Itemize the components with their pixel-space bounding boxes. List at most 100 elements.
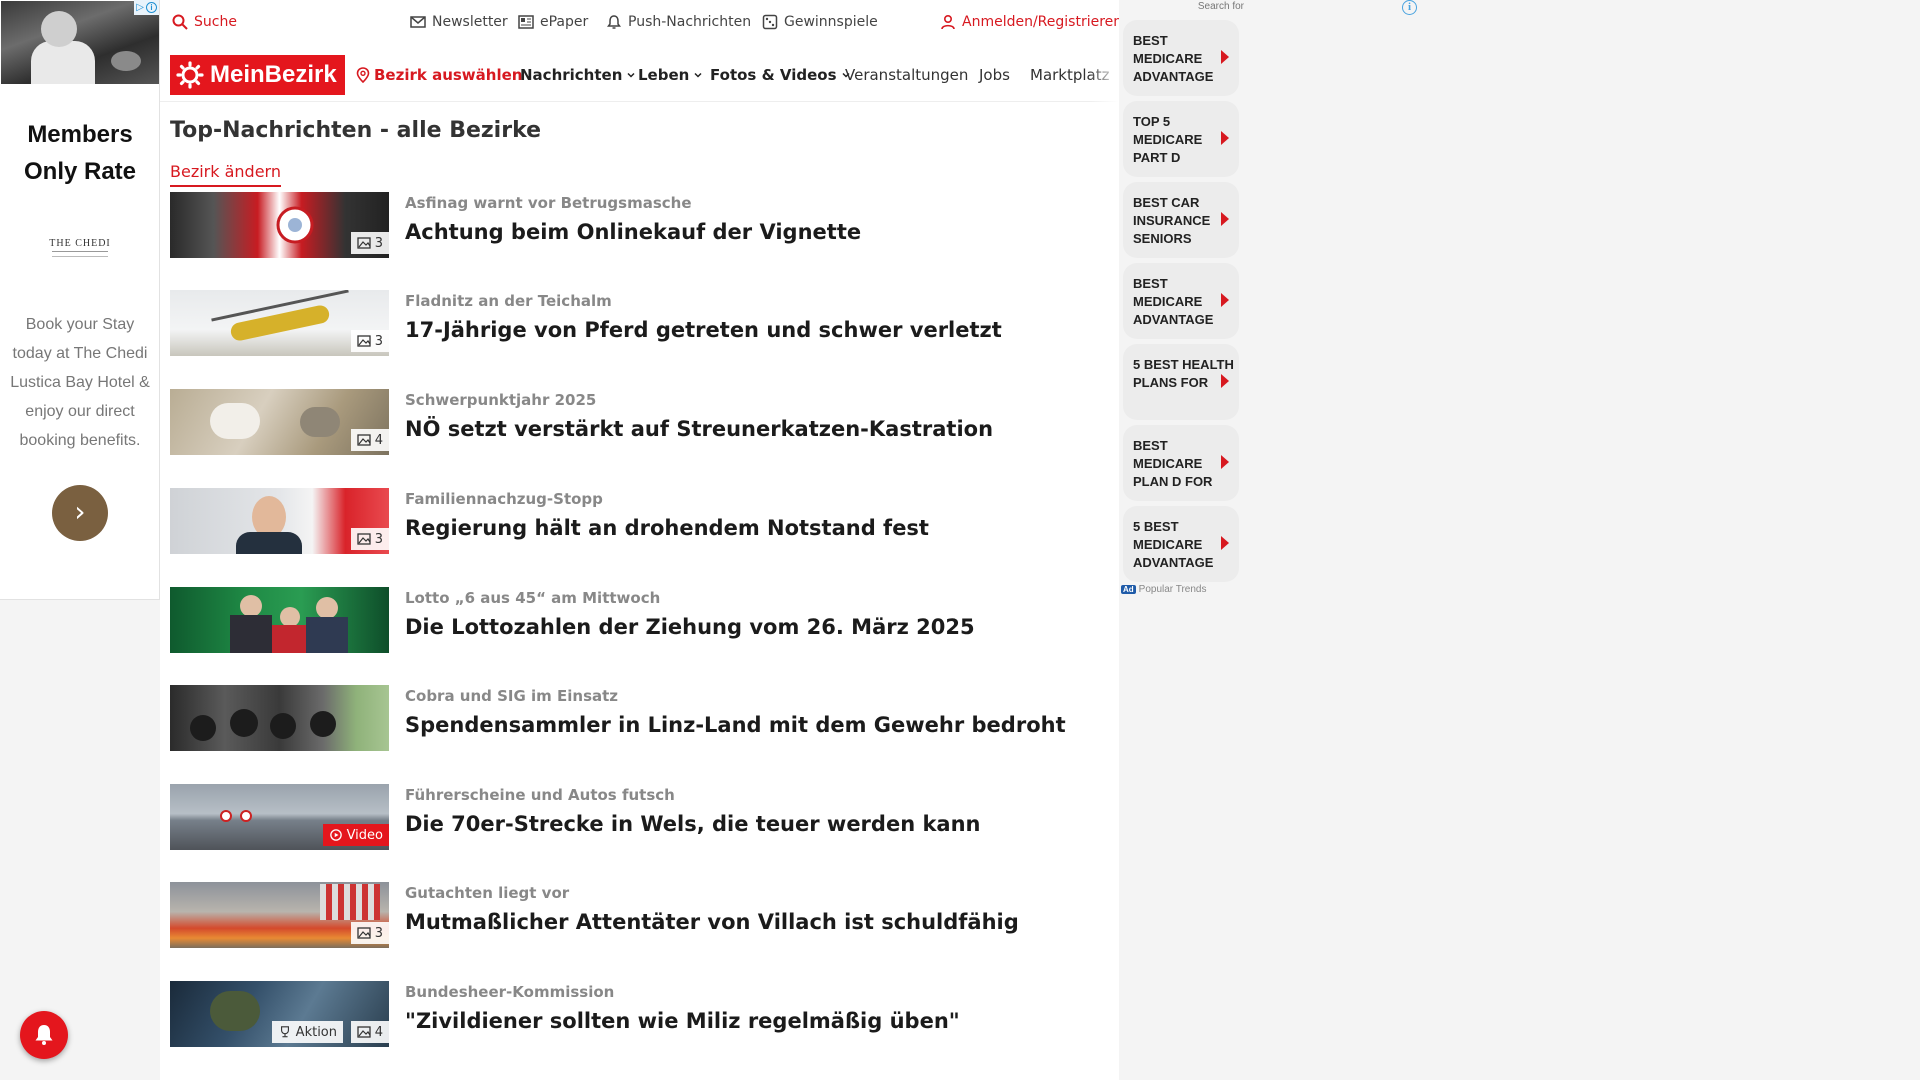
- ad-keyword-label: BEST MEDICARE PLAN D FOR: [1133, 438, 1213, 489]
- article-item[interactable]: 4 Schwerpunktjahr 2025 NÖ setzt verstärk…: [170, 389, 1100, 455]
- article-thumbnail[interactable]: [170, 685, 389, 751]
- article-thumbnail[interactable]: Video: [170, 784, 389, 850]
- article-kicker: Schwerpunktjahr 2025: [405, 391, 597, 409]
- search-icon: [172, 14, 188, 30]
- ad-keyword-link[interactable]: BEST MEDICARE ADVANTAGE: [1123, 263, 1239, 339]
- ad-headline[interactable]: Members Only Rate: [0, 116, 160, 190]
- article-item[interactable]: Cobra und SIG im Einsatz Spendensammler …: [170, 685, 1100, 751]
- notification-bell-button[interactable]: [20, 1011, 68, 1059]
- right-ad-banner[interactable]: Search for BEST MEDICARE ADVANTAGE TOP 5…: [1119, 0, 1244, 600]
- ad-keyword-link[interactable]: BEST CAR INSURANCE SENIORS: [1123, 182, 1239, 258]
- article-headline[interactable]: Spendensammler in Linz-Land mit dem Gewe…: [405, 713, 1066, 737]
- chevron-down-icon: [694, 72, 702, 78]
- trophy-icon: [280, 1026, 289, 1038]
- article-item[interactable]: 3 Gutachten liegt vor Mutmaßlicher Atten…: [170, 882, 1100, 948]
- article-headline[interactable]: Mutmaßlicher Attentäter von Villach ist …: [405, 910, 1019, 934]
- article-thumbnail[interactable]: 3: [170, 882, 389, 948]
- article-kicker: Fladnitz an der Teichalm: [405, 292, 612, 310]
- district-select[interactable]: Bezirk auswählen: [356, 66, 522, 84]
- site-logo[interactable]: MeinBezirk: [170, 55, 345, 95]
- nav-fotos-videos-label: Fotos & Videos: [710, 66, 837, 84]
- change-district-link[interactable]: Bezirk ändern: [170, 162, 281, 187]
- info-icon[interactable]: i: [1402, 0, 1417, 15]
- article-item[interactable]: Aktion 4 Bundesheer-Kommission "Zivildie…: [170, 981, 1100, 1047]
- nav-jobs-label: Jobs: [979, 66, 1010, 84]
- image-icon: [357, 927, 371, 939]
- main-navigation: MeinBezirk Bezirk auswählen Nachrichten …: [160, 52, 1119, 102]
- gallery-count: 3: [374, 925, 383, 941]
- nav-nachrichten[interactable]: Nachrichten: [520, 66, 636, 84]
- chevron-down-icon: [627, 72, 635, 78]
- image-icon: [357, 237, 371, 249]
- push-notifications-link[interactable]: Push-Nachrichten: [606, 14, 751, 30]
- article-thumbnail[interactable]: [170, 587, 389, 653]
- article-headline[interactable]: Die Lottozahlen der Ziehung vom 26. März…: [405, 615, 975, 639]
- adchoices-icon[interactable]: ▷ i: [134, 0, 159, 15]
- login-link[interactable]: Anmelden/Registrieren: [940, 14, 1122, 30]
- article-item[interactable]: Video Führerscheine und Autos futsch Die…: [170, 784, 1100, 850]
- article-kicker: Bundesheer-Kommission: [405, 983, 615, 1001]
- gallery-count: 3: [374, 235, 383, 251]
- ad-keyword-label: TOP 5 MEDICARE PART D: [1133, 114, 1203, 165]
- article-item[interactable]: Lotto „6 aus 45“ am Mittwoch Die Lottoza…: [170, 587, 1100, 653]
- sun-logo-icon: [176, 61, 204, 89]
- article-kicker: Lotto „6 aus 45“ am Mittwoch: [405, 589, 661, 607]
- ad-footer[interactable]: Ad Popular Trends: [1121, 584, 1207, 595]
- article-headline[interactable]: NÖ setzt verstärkt auf Streunerkatzen-Ka…: [405, 417, 993, 441]
- arrow-right-icon: [1221, 50, 1229, 64]
- newsletter-link[interactable]: Newsletter: [410, 14, 508, 30]
- gallery-count-badge: 3: [350, 922, 389, 944]
- nav-overflow-fade: [1089, 52, 1119, 102]
- play-icon: [329, 829, 342, 841]
- article-headline[interactable]: Achtung beim Onlinekauf der Vignette: [405, 220, 861, 244]
- ad-brand-logo: THE CHEDI: [0, 238, 160, 257]
- article-kicker: Gutachten liegt vor: [405, 884, 570, 902]
- nav-veranstaltungen-label: Veranstaltungen: [845, 66, 969, 84]
- article-thumbnail[interactable]: 3: [170, 192, 389, 258]
- article-headline[interactable]: "Zivildiener sollten wie Miliz regelmäßi…: [405, 1009, 960, 1033]
- article-item[interactable]: 3 Familiennachzug-Stopp Regierung hält a…: [170, 488, 1100, 554]
- image-icon: [357, 1026, 371, 1038]
- nav-nachrichten-label: Nachrichten: [520, 66, 623, 84]
- epaper-link[interactable]: ePaper: [518, 14, 588, 30]
- article-thumbnail[interactable]: Aktion 4: [170, 981, 389, 1047]
- left-ad-banner[interactable]: ▷ i Members Only Rate THE CHEDI Book you…: [0, 0, 160, 600]
- main-content: Suche Newsletter ePaper Push-Nachrichten…: [160, 0, 1122, 1080]
- article-item[interactable]: 3 Asfinag warnt vor Betrugsmasche Achtun…: [170, 192, 1100, 258]
- login-label: Anmelden/Registrieren: [962, 14, 1123, 30]
- ad-keyword-label: BEST CAR INSURANCE SENIORS: [1133, 195, 1211, 246]
- article-headline[interactable]: Regierung hält an drohendem Notstand fes…: [405, 516, 929, 540]
- nav-leben[interactable]: Leben: [638, 66, 703, 84]
- article-thumbnail[interactable]: 3: [170, 290, 389, 356]
- ad-keyword-link[interactable]: 5 BEST MEDICARE ADVANTAGE: [1123, 506, 1239, 582]
- article-thumbnail[interactable]: 3: [170, 488, 389, 554]
- ad-body-text: Book your Stay today at The Chedi Lustic…: [10, 316, 150, 449]
- ad-keyword-link[interactable]: BEST MEDICARE ADVANTAGE: [1123, 20, 1239, 96]
- nav-fotos-videos[interactable]: Fotos & Videos: [710, 66, 851, 84]
- gallery-count-badge: 4: [350, 429, 389, 451]
- ad-keyword-link[interactable]: 5 BEST HEALTH PLANS FOR: [1123, 344, 1239, 420]
- chevron-right-icon: ›: [74, 495, 86, 528]
- nav-jobs[interactable]: Jobs: [979, 66, 1010, 84]
- article-headline[interactable]: 17-Jährige von Pferd getreten und schwer…: [405, 318, 1002, 342]
- gallery-count-badge: 3: [350, 330, 389, 352]
- article-thumbnail[interactable]: 4: [170, 389, 389, 455]
- search-label: Suche: [194, 14, 237, 30]
- ad-cta-button[interactable]: ›: [52, 485, 108, 541]
- article-headline[interactable]: Die 70er-Strecke in Wels, die teuer werd…: [405, 812, 981, 836]
- image-icon: [357, 335, 371, 347]
- nav-veranstaltungen[interactable]: Veranstaltungen: [845, 66, 968, 84]
- ad-brand-name: THE CHEDI: [49, 238, 111, 249]
- gallery-count-badge: 4: [350, 1021, 389, 1043]
- gallery-count: 3: [374, 333, 383, 349]
- gewinnspiele-link[interactable]: Gewinnspiele: [762, 14, 878, 30]
- arrow-right-icon: [1221, 374, 1229, 388]
- ad-keyword-link[interactable]: BEST MEDICARE PLAN D FOR: [1123, 425, 1239, 501]
- search-link[interactable]: Suche: [172, 14, 237, 30]
- top-utility-bar: Suche Newsletter ePaper Push-Nachrichten…: [160, 0, 1122, 46]
- article-item[interactable]: 3 Fladnitz an der Teichalm 17-Jährige vo…: [170, 290, 1100, 356]
- image-icon: [357, 434, 371, 446]
- mail-icon: [410, 16, 426, 28]
- ad-keyword-link[interactable]: TOP 5 MEDICARE PART D: [1123, 101, 1239, 177]
- eagle-emblem-icon: [276, 206, 314, 244]
